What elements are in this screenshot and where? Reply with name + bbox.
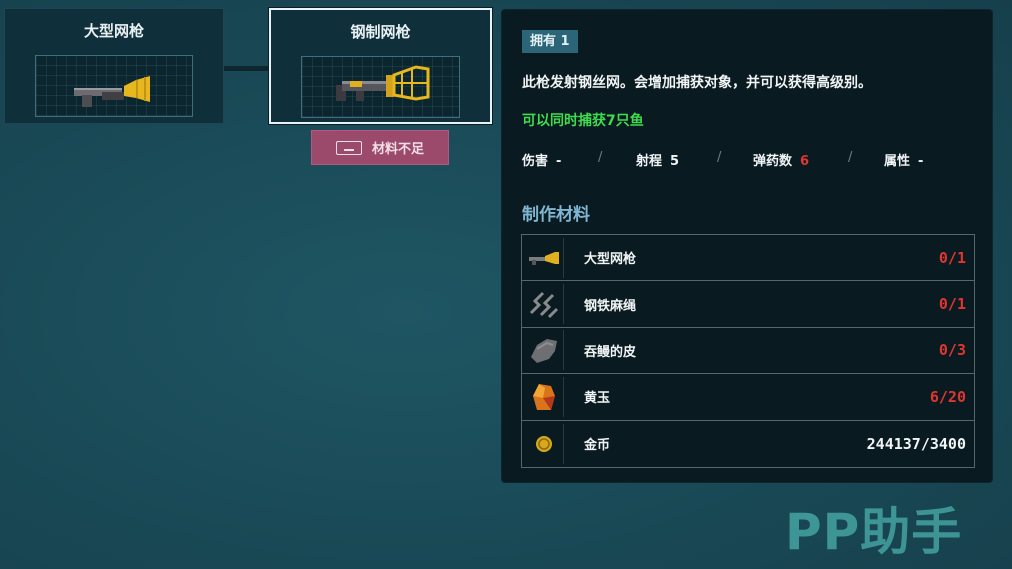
steel-net-gun-icon (336, 65, 430, 101)
watermark-logo: PP助手 (785, 503, 963, 561)
weapon-card-title: 大型网枪 (83, 22, 144, 40)
material-count: 244137/3400 (866, 434, 966, 453)
stat-value: - (556, 154, 562, 169)
rope-icon (524, 284, 564, 325)
material-count: 0/3 (938, 341, 966, 360)
material-count: 0/1 (938, 295, 966, 314)
weapon-description: 此枪发射钢丝网。会增加捕获对象，并可以获得高级别。 (522, 75, 872, 91)
large-net-gun-icon (74, 76, 150, 107)
stat-ammo: 弹药数 6 (753, 150, 809, 169)
net-gun-icon (524, 237, 564, 278)
stat-label: 射程 (636, 154, 663, 169)
stat-label: 属性 (884, 154, 911, 169)
material-count: 0/1 (938, 248, 966, 267)
weapon-highlight: 可以同时捕获7只鱼 (522, 113, 644, 129)
stat-value: 6 (800, 154, 810, 169)
material-row: 黄玉 6/20 (522, 374, 974, 421)
material-name: 钢铁麻绳 (584, 298, 637, 314)
stat-separator: / (717, 150, 722, 165)
material-row: 钢铁麻绳 0/1 (522, 281, 974, 328)
material-name: 金币 (584, 438, 611, 454)
weapon-slot (301, 56, 460, 118)
tree-connector (224, 66, 269, 71)
material-name: 黄玉 (584, 391, 611, 407)
material-row: 吞鳗的皮 0/3 (522, 328, 974, 375)
material-name: 大型网枪 (584, 252, 637, 268)
materials-title: 制作材料 (522, 205, 590, 225)
weapon-card-title: 钢制网枪 (350, 23, 411, 41)
stat-attribute: 属性 - (884, 150, 923, 169)
topaz-icon (524, 376, 564, 417)
stat-range: 射程 5 (636, 150, 679, 169)
material-count: 6/20 (929, 387, 966, 406)
stat-value: - (918, 154, 924, 169)
stat-separator: / (598, 150, 603, 165)
stat-label: 伤害 (522, 154, 549, 169)
owned-count-badge: 拥有 1 (522, 30, 578, 53)
material-row: 大型网枪 0/1 (522, 235, 974, 282)
material-name: 吞鳗的皮 (584, 344, 637, 360)
space-key-icon (335, 140, 362, 155)
materials-table: 大型网枪 0/1 钢铁麻绳 0/1 吞鳗的皮 0/3 黄玉 6/20 金币 24… (521, 234, 975, 468)
insufficient-materials-button[interactable]: 材料不足 (311, 130, 449, 165)
weapon-card-steel-net-gun[interactable]: 钢制网枪 (269, 8, 492, 124)
stat-value: 5 (670, 154, 680, 169)
weapon-detail-panel: 拥有 1 此枪发射钢丝网。会增加捕获对象，并可以获得高级别。 可以同时捕获7只鱼… (501, 9, 993, 483)
insufficient-label: 材料不足 (371, 142, 424, 157)
skin-icon (524, 330, 564, 371)
weapon-stats: 伤害 - / 射程 5 / 弹药数 6 / 属性 - (522, 150, 982, 170)
stat-damage: 伤害 - (522, 150, 561, 169)
coin-icon (524, 423, 564, 464)
weapon-slot (35, 55, 193, 117)
stat-separator: / (848, 150, 853, 165)
stat-label: 弹药数 (753, 154, 793, 169)
material-row: 金币 244137/3400 (522, 421, 974, 467)
weapon-card-large-net-gun[interactable]: 大型网枪 (4, 8, 224, 124)
